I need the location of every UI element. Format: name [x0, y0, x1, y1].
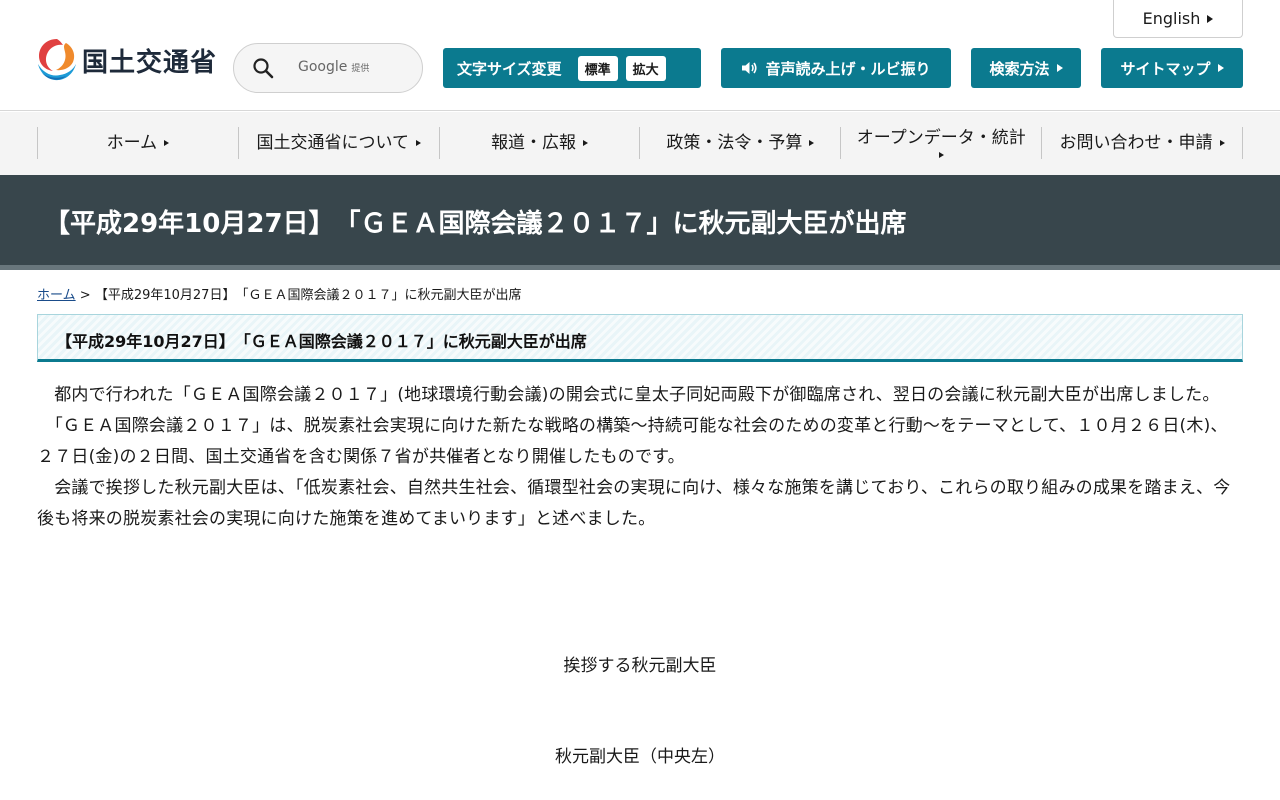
- page-title-band: 【平成29年10月27日】 「ＧＥＡ国際会議２０１７」に秋元副大臣が出席: [0, 175, 1280, 265]
- arrow-right-icon: [583, 140, 589, 146]
- english-label: English: [1142, 9, 1201, 28]
- arrow-right-icon: [1219, 140, 1225, 146]
- site-search: Google 提供: [233, 43, 423, 93]
- mlit-logo-icon: [38, 39, 76, 81]
- search-icon[interactable]: [252, 57, 274, 79]
- article-paragraph: 会議で挨拶した秋元副大臣は、「低炭素社会、自然共生社会、循環型社会の実現に向け、…: [37, 478, 1231, 529]
- article-body: 都内で行われた「ＧＥＡ国際会議２０１７」(地球環境行動会議)の開会式に皇太子同妃…: [37, 380, 1243, 535]
- arrow-right-icon: [938, 151, 944, 158]
- gnav-item-about[interactable]: 国土交通省について: [237, 127, 439, 159]
- logo-text: 国土交通省: [82, 47, 218, 78]
- article-paragraph: 「ＧＥＡ国際会議２０１７」は、脱炭素社会実現に向けた新たな戦略の構築～持続可能な…: [37, 416, 1228, 467]
- font-size-control: 文字サイズ変更 標準 拡大: [443, 48, 701, 88]
- english-button[interactable]: English: [1113, 0, 1243, 38]
- breadcrumb-current: 【平成29年10月27日】 「ＧＥＡ国際会議２０１７」に秋元副大臣が出席: [94, 288, 522, 303]
- gnav-item-press[interactable]: 報道・広報: [438, 127, 640, 159]
- breadcrumb: ホーム > 【平成29年10月27日】 「ＧＥＡ国際会議２０１７」に秋元副大臣が…: [37, 284, 521, 303]
- breadcrumb-home-link[interactable]: ホーム: [37, 288, 76, 303]
- arrow-right-icon: [1056, 64, 1063, 72]
- sitemap-label: サイトマップ: [1120, 59, 1211, 78]
- font-size-standard-button[interactable]: 標準: [577, 55, 618, 81]
- global-nav: ホーム 国土交通省について 報道・広報 政策・法令・予算 オープンデータ・統計 …: [0, 112, 1280, 175]
- photo-caption: 挨拶する秋元副大臣: [563, 656, 717, 676]
- gnav-item-opendata[interactable]: オープンデータ・統計: [840, 127, 1041, 159]
- gnav-item-contact[interactable]: お問い合わせ・申請: [1041, 127, 1243, 159]
- arrow-right-icon: [415, 140, 421, 146]
- speech-label: 音声読み上げ・ルビ振り: [765, 59, 931, 78]
- article-paragraph: 都内で行われた「ＧＥＡ国際会議２０１７」(地球環境行動会議)の開会式に皇太子同妃…: [37, 385, 1220, 405]
- speaker-icon: [742, 62, 758, 74]
- page-title: 【平成29年10月27日】 「ＧＥＡ国際会議２０１７」に秋元副大臣が出席: [44, 209, 907, 239]
- sitemap-button[interactable]: サイトマップ: [1101, 48, 1243, 88]
- speech-ruby-button[interactable]: 音声読み上げ・ルビ振り: [721, 48, 951, 88]
- article-heading: 【平成29年10月27日】 「ＧＥＡ国際会議２０１７」に秋元副大臣が出席: [56, 332, 587, 351]
- photo-caption: 秋元副大臣（中央左）: [555, 747, 725, 767]
- search-method-button[interactable]: 検索方法: [971, 48, 1081, 88]
- arrow-right-icon: [1217, 64, 1224, 72]
- search-method-label: 検索方法: [989, 59, 1050, 78]
- arrow-right-icon: [164, 140, 170, 146]
- arrow-right-icon: [809, 140, 815, 146]
- breadcrumb-separator: >: [79, 288, 91, 303]
- title-band-divider: [0, 265, 1280, 270]
- arrow-right-icon: [1207, 14, 1214, 23]
- gnav-item-home[interactable]: ホーム: [37, 127, 238, 159]
- gnav-item-policy[interactable]: 政策・法令・予算: [639, 127, 840, 159]
- font-size-large-button[interactable]: 拡大: [625, 55, 666, 81]
- article-heading-box: 【平成29年10月27日】 「ＧＥＡ国際会議２０１７」に秋元副大臣が出席: [37, 314, 1243, 362]
- google-brand: Google 提供: [298, 59, 370, 75]
- site-header: English 国土交通省 Google 提供 文字サイズ変更 標準 拡大 音声読…: [0, 0, 1280, 111]
- site-logo[interactable]: 国土交通省: [36, 37, 217, 83]
- font-size-label: 文字サイズ変更: [457, 59, 562, 78]
